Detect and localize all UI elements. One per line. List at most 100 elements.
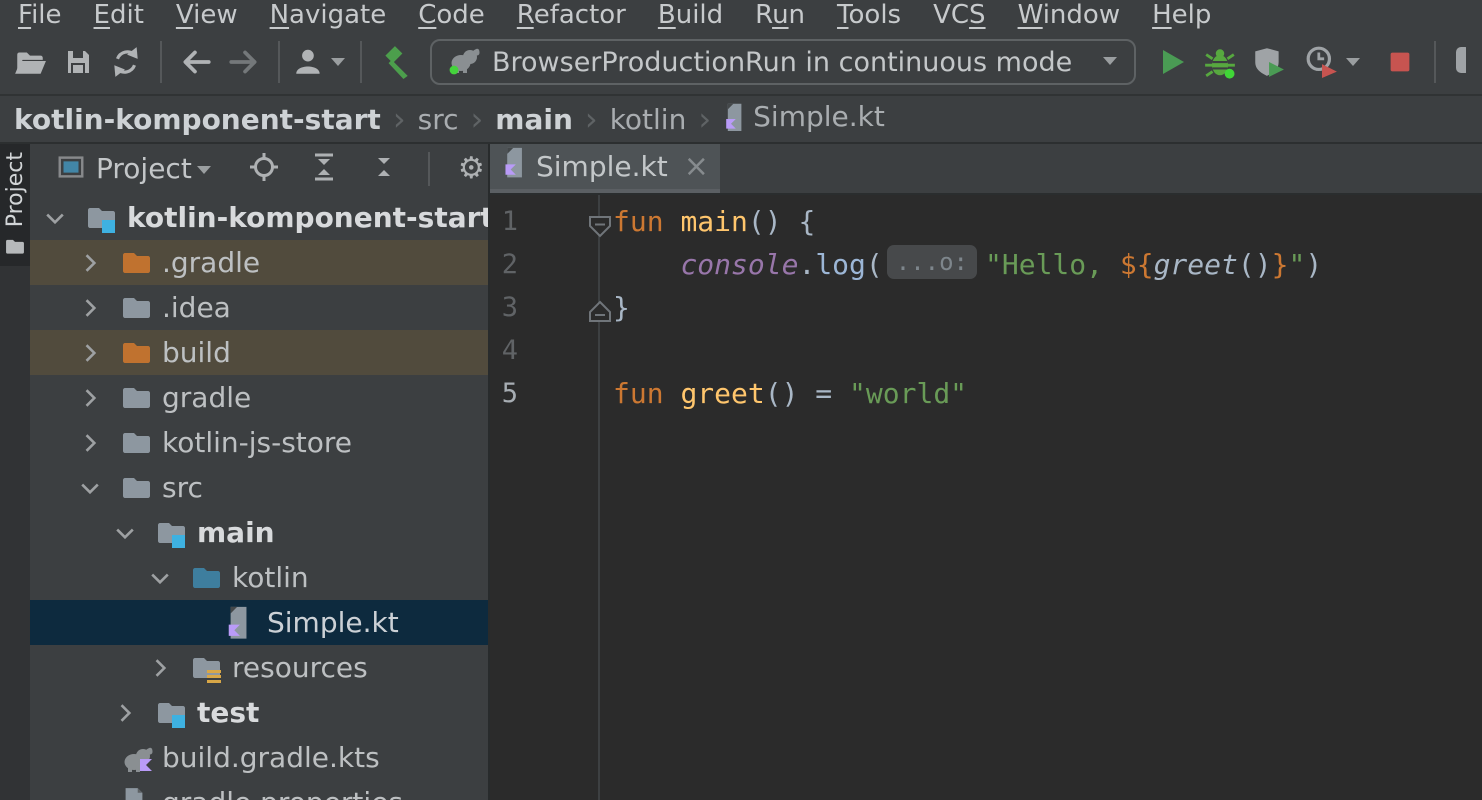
- code-token: }: [613, 291, 630, 324]
- code-token: (): [1238, 248, 1272, 281]
- breadcrumb-kotlin-komponent-start[interactable]: kotlin-komponent-start: [14, 103, 381, 136]
- chevron-right-icon[interactable]: [77, 340, 120, 366]
- code-editor[interactable]: 1fun main() {2 console.log(...o:"Hello, …: [490, 195, 1482, 800]
- breadcrumb-label: Simple.kt: [753, 100, 885, 133]
- header-separator: [428, 152, 430, 186]
- chevron-down-icon[interactable]: [112, 520, 155, 546]
- tree-item-main[interactable]: main: [30, 510, 488, 555]
- chevron-down-icon[interactable]: [77, 475, 120, 501]
- breadcrumb-main[interactable]: main: [495, 103, 573, 136]
- menu-tools[interactable]: Tools: [821, 0, 917, 30]
- code-token: log: [815, 248, 866, 281]
- folder-excluded-icon: [120, 337, 154, 369]
- chevron-right-icon[interactable]: [147, 655, 190, 681]
- tab-simple-kt[interactable]: Simple.kt ×: [490, 144, 720, 193]
- chevron-right-icon[interactable]: [77, 385, 120, 411]
- toolbar-separator: [278, 41, 280, 83]
- forward-icon[interactable]: [220, 38, 268, 86]
- tree-item--idea[interactable]: .idea: [30, 285, 488, 330]
- profiler-icon[interactable]: [1292, 38, 1376, 86]
- close-icon[interactable]: ×: [684, 149, 709, 184]
- tree-item-src[interactable]: src: [30, 465, 488, 510]
- breadcrumb-label: kotlin-komponent-start: [14, 103, 381, 136]
- menu-window[interactable]: Window: [1002, 0, 1137, 30]
- menu-refactor[interactable]: Refactor: [501, 0, 642, 30]
- tree-item-kotlin-js-store[interactable]: kotlin-js-store: [30, 420, 488, 465]
- menu-edit[interactable]: Edit: [78, 0, 160, 30]
- save-icon[interactable]: [54, 38, 102, 86]
- tree-item-label: build: [162, 336, 231, 369]
- chevron-down-icon[interactable]: [194, 160, 214, 184]
- tree-item-test[interactable]: test: [30, 690, 488, 735]
- editor-tab-bar: Simple.kt ×: [490, 144, 1482, 195]
- menu-navigate[interactable]: Navigate: [254, 0, 403, 30]
- menu-vcs[interactable]: VCS: [917, 0, 1001, 30]
- project-tool-window-button[interactable]: Project: [0, 144, 30, 266]
- code-token: console: [680, 248, 798, 281]
- tree-item-kotlin[interactable]: kotlin: [30, 555, 488, 600]
- folder-icon: [120, 472, 154, 504]
- toolbar-separator: [160, 41, 162, 83]
- user-menu-icon[interactable]: [290, 38, 350, 86]
- sync-icon[interactable]: [102, 38, 150, 86]
- chevron-right-icon[interactable]: [112, 700, 155, 726]
- code-token: "world": [849, 377, 967, 410]
- coverage-icon[interactable]: [1244, 38, 1292, 86]
- chevron-right-icon[interactable]: [77, 430, 120, 456]
- code-token: () =: [765, 377, 849, 410]
- chevron-right-icon[interactable]: [77, 295, 120, 321]
- breadcrumb-separator: ›: [459, 100, 496, 138]
- tree-item-simple-kt[interactable]: Simple.kt: [30, 600, 488, 645]
- tree-item--gradle[interactable]: .gradle: [30, 240, 488, 285]
- locate-file-icon[interactable]: [248, 151, 280, 187]
- breadcrumb-separator: ›: [686, 100, 723, 138]
- project-strip-label: Project: [3, 152, 28, 227]
- tree-item-label: .gradle: [162, 246, 260, 279]
- open-folder-icon[interactable]: [6, 38, 54, 86]
- gear-icon[interactable]: ⚙: [458, 154, 485, 184]
- menu-run[interactable]: Run: [739, 0, 821, 30]
- debug-icon[interactable]: [1196, 38, 1244, 86]
- code-line-1: 1fun main() {: [490, 200, 1482, 243]
- run-icon[interactable]: [1148, 38, 1196, 86]
- menu-view[interactable]: View: [160, 0, 254, 30]
- menu-code[interactable]: Code: [402, 0, 501, 30]
- chevron-right-icon[interactable]: [77, 250, 120, 276]
- tree-item-label: src: [162, 471, 203, 504]
- back-icon[interactable]: [172, 38, 220, 86]
- breadcrumb-kotlin[interactable]: kotlin: [610, 103, 687, 136]
- breadcrumb-separator: ›: [381, 100, 418, 138]
- stop-icon[interactable]: [1376, 38, 1424, 86]
- menu-file[interactable]: File: [2, 0, 78, 30]
- chevron-down-icon[interactable]: [147, 565, 190, 591]
- tab-title: Simple.kt: [536, 150, 668, 183]
- tree-item-build-gradle-kts[interactable]: build.gradle.kts: [30, 735, 488, 780]
- tree-item-label: gradle.properties: [162, 786, 403, 800]
- code-line-3: 3}: [490, 286, 1482, 329]
- tree-item-gradle-properties[interactable]: gradle.properties: [30, 780, 488, 800]
- build-hammer-icon[interactable]: [372, 38, 420, 86]
- run-configuration-select[interactable]: BrowserProductionRun in continuous mode: [430, 39, 1136, 85]
- project-panel-title[interactable]: Project: [96, 152, 192, 185]
- main-toolbar: BrowserProductionRun in continuous mode: [0, 30, 1482, 96]
- menu-help[interactable]: Help: [1136, 0, 1227, 30]
- menu-build[interactable]: Build: [642, 0, 739, 30]
- fold-bottom-icon[interactable]: [587, 294, 613, 337]
- breadcrumb-simple-kt[interactable]: Simple.kt: [723, 100, 885, 139]
- breadcrumb-src[interactable]: src: [418, 103, 459, 136]
- tree-item-label: kotlin: [232, 561, 309, 594]
- line-number: 2: [490, 243, 518, 286]
- tree-item-kotlin-komponent-start[interactable]: kotlin-komponent-start: [30, 195, 488, 240]
- expand-all-icon[interactable]: [308, 151, 340, 187]
- tool-window-strip: Project: [0, 144, 30, 800]
- code-token: greet: [680, 377, 764, 410]
- fold-top-icon[interactable]: [587, 208, 613, 251]
- collapse-all-icon[interactable]: [368, 151, 400, 187]
- tree-item-gradle[interactable]: gradle: [30, 375, 488, 420]
- code-token: () {: [748, 205, 815, 238]
- tree-item-resources[interactable]: resources: [30, 645, 488, 690]
- tree-item-label: main: [197, 516, 275, 549]
- chevron-down-icon[interactable]: [42, 205, 85, 231]
- kotlin-file-icon: [502, 147, 528, 185]
- tree-item-build[interactable]: build: [30, 330, 488, 375]
